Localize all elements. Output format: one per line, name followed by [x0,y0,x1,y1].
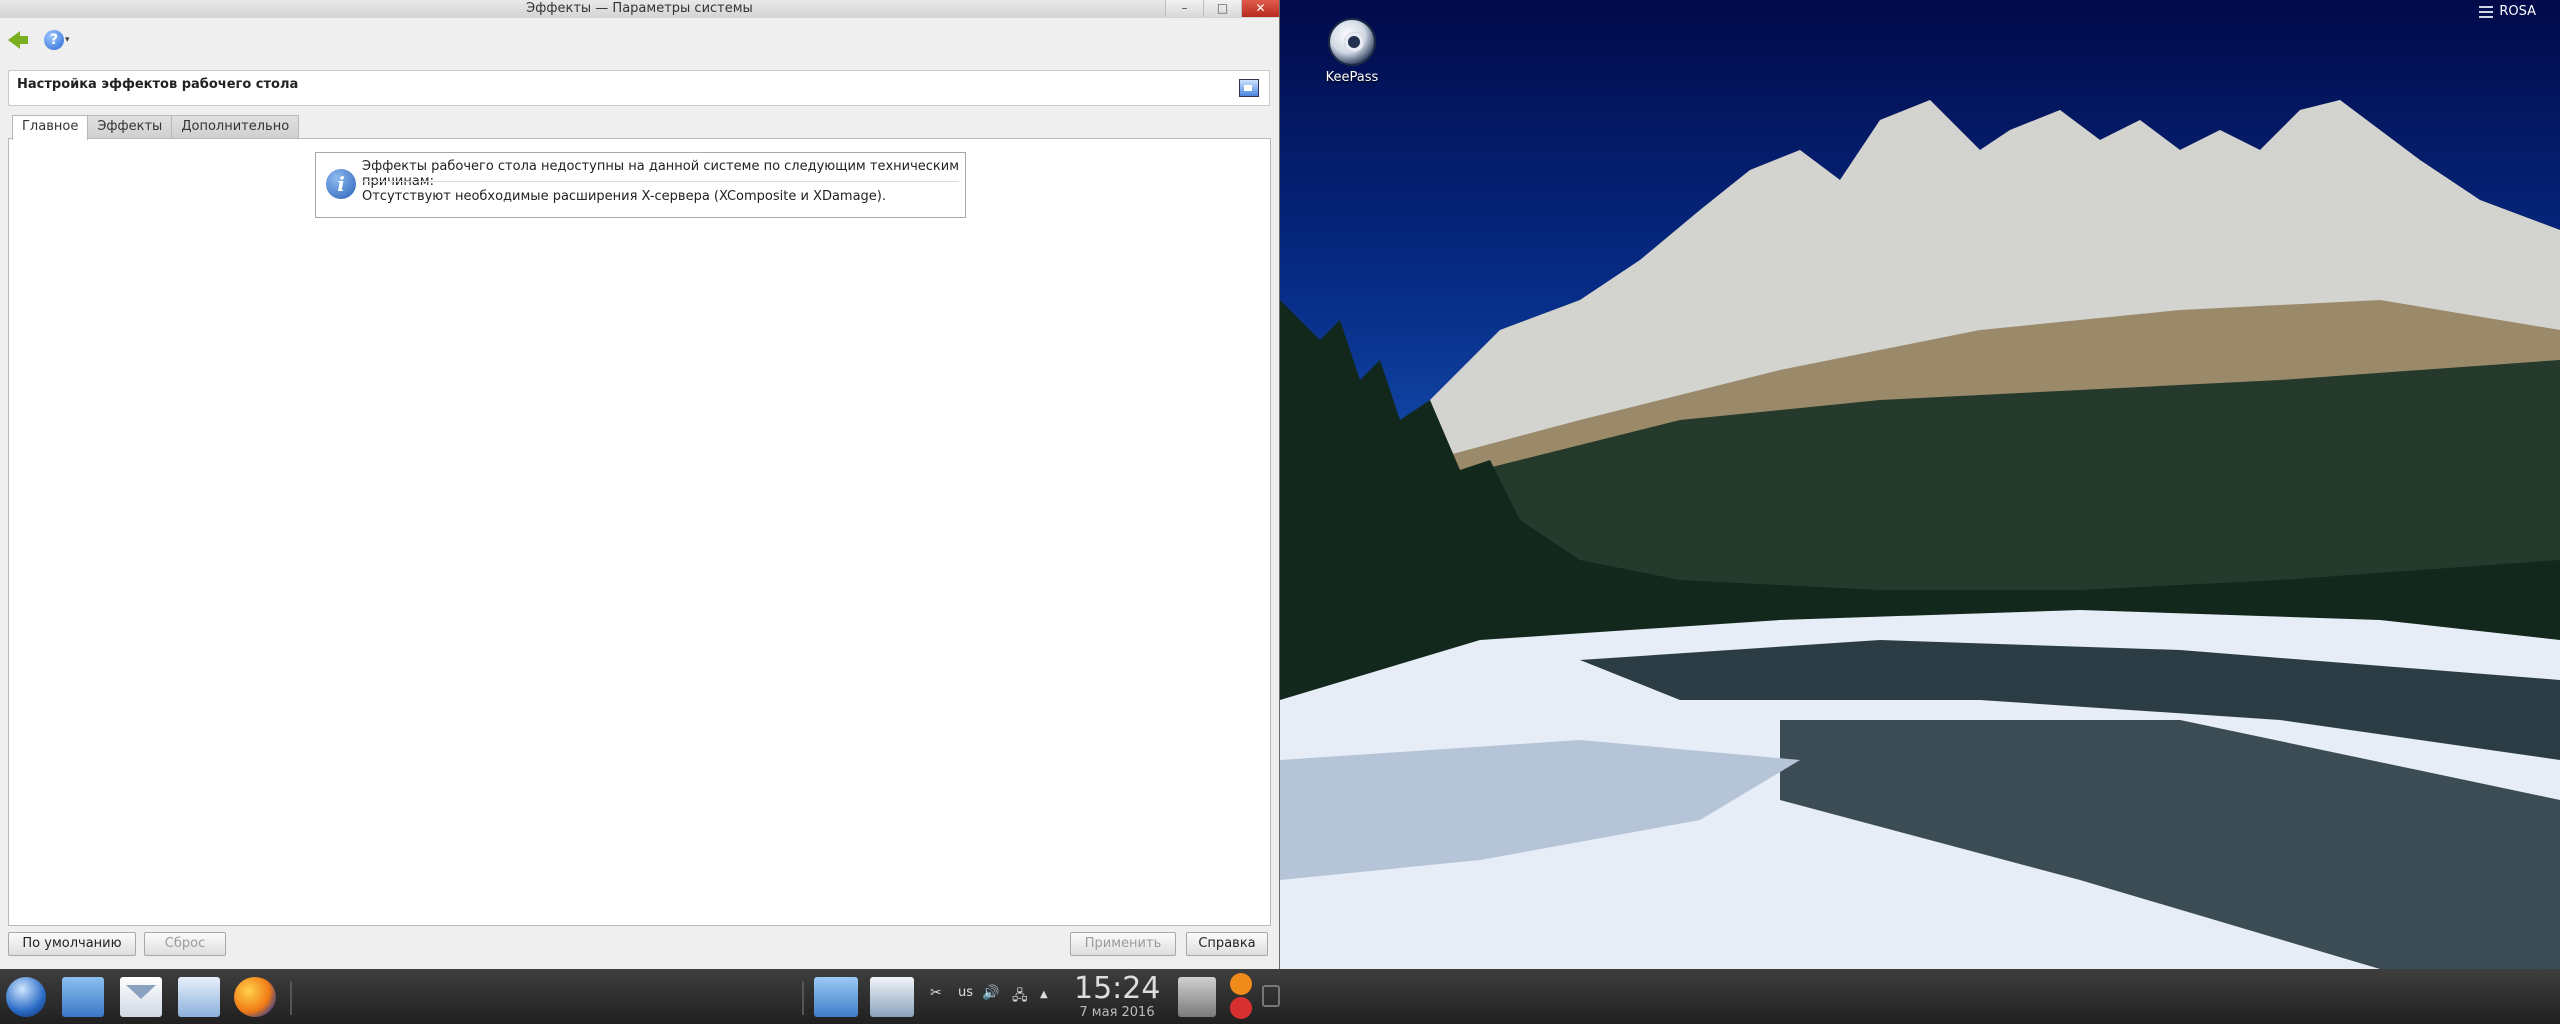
page-title: Настройка эффектов рабочего стола [17,77,299,92]
keyboard-layout-indicator[interactable]: us [958,985,973,1000]
mountain-landscape-image [1280,100,2560,969]
firefox-icon[interactable] [234,977,276,1017]
clock-date: 7 мая 2016 [1079,1005,1155,1020]
show-desktop-icon[interactable] [1262,985,1280,1007]
chevron-down-icon: ▾ [65,35,70,45]
info-message-line-1: Эффекты рабочего стола недоступны на дан… [362,159,960,189]
app-launcher-icon[interactable] [6,977,46,1017]
apply-button[interactable]: Применить [1070,932,1176,956]
rosa-label: ROSA [2499,4,2536,19]
clock-time: 15:24 [1074,971,1161,1006]
close-icon: ✕ [1255,1,1266,15]
system-settings-window: Эффекты — Параметры системы – □ ✕ ? ▾ На… [0,0,1280,969]
tab-bar: Главное Эффекты Дополнительно [12,115,300,140]
taskbar-separator [290,981,292,1015]
menu-icon [2479,5,2494,18]
text-editor-icon[interactable] [178,977,220,1017]
minimize-icon: – [1181,1,1188,15]
network-icon[interactable]: 🖧 [1012,985,1028,1009]
maximize-button[interactable]: □ [1203,0,1241,17]
help-button[interactable]: Справка [1186,932,1268,956]
tab-content: i Эффекты рабочего стола недоступны на д… [8,138,1271,926]
help-icon: ? [44,30,64,50]
taskbar-separator [802,981,804,1015]
maximize-icon: □ [1216,1,1229,15]
rosa-desktop-widget[interactable]: ROSA [2479,4,2536,19]
task-window-1-icon[interactable] [814,977,858,1017]
taskbar: ✂ us 🔊 🖧 ▲ 15:24 7 мая 2016 [0,969,2560,1024]
desktop-effects-icon [1239,79,1259,97]
keepass-icon [1328,18,1376,66]
minimize-button[interactable]: – [1165,0,1203,17]
toolbar: ? ▾ [0,18,1279,62]
lock-icon[interactable] [1230,973,1252,995]
window-controls: – □ ✕ [1165,0,1279,17]
tab-general[interactable]: Главное [12,115,89,140]
desktop-wallpaper: KeePass ROSA [1280,0,2560,969]
back-arrow-icon[interactable] [6,28,30,52]
info-message-box: i Эффекты рабочего стола недоступны на д… [315,152,966,218]
info-divider [362,181,959,182]
mail-icon[interactable] [120,977,162,1017]
tab-advanced[interactable]: Дополнительно [171,115,300,139]
dialog-button-row: По умолчанию Сброс Применить Справка [0,930,1280,960]
file-manager-icon[interactable] [62,977,104,1017]
tray-expand-icon[interactable]: ▲ [1040,989,1048,1000]
window-titlebar[interactable]: Эффекты — Параметры системы – □ ✕ [0,0,1279,18]
module-header: Настройка эффектов рабочего стола [8,70,1270,106]
scissors-icon[interactable]: ✂ [930,985,942,1001]
keepass-desktop-icon[interactable]: KeePass [1316,18,1388,85]
reset-button[interactable]: Сброс [144,932,226,956]
defaults-button[interactable]: По умолчанию [8,932,136,956]
task-window-2-icon[interactable] [870,977,914,1017]
keepass-label: KeePass [1325,70,1379,85]
power-icon[interactable] [1230,997,1252,1019]
volume-icon[interactable]: 🔊 [982,985,999,1001]
tab-effects[interactable]: Эффекты [87,115,173,139]
clock[interactable]: 15:24 7 мая 2016 [1074,973,1160,1021]
window-title: Эффекты — Параметры системы [526,1,753,16]
help-menu-button[interactable]: ? ▾ [44,30,70,50]
trash-icon[interactable] [1178,977,1216,1017]
info-icon: i [326,169,356,199]
close-button[interactable]: ✕ [1241,0,1279,17]
info-message-line-2: Отсутствуют необходимые расширения X-сер… [362,189,887,204]
